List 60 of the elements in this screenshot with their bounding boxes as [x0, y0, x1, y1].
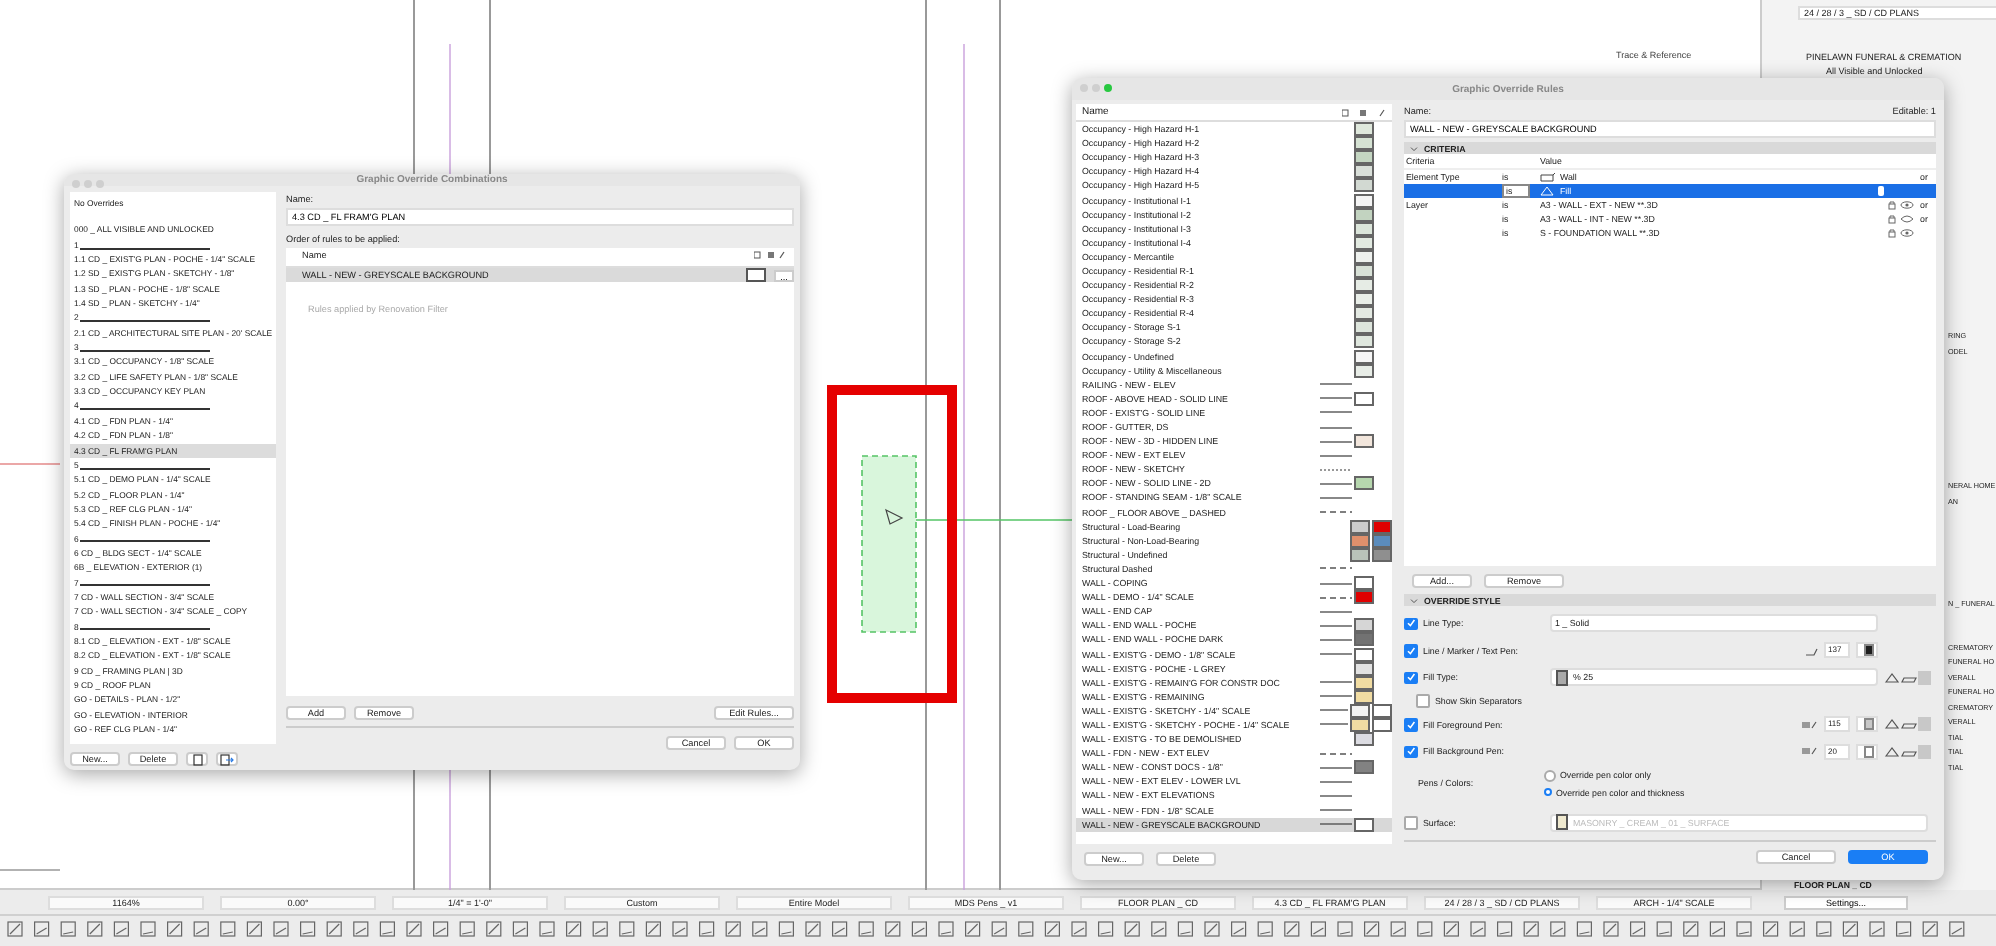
- radio-button[interactable]: [1544, 769, 1556, 781]
- solid-line-icon: [1320, 763, 1352, 772]
- solid-line-icon: [1320, 621, 1352, 630]
- solid-line-icon: [1320, 820, 1352, 829]
- export-button[interactable]: [216, 752, 238, 766]
- solid-line-icon: [1320, 777, 1352, 786]
- solid-line-icon: [1320, 423, 1352, 432]
- pen-color-swatch[interactable]: [1856, 743, 1878, 760]
- cursor-icon: [885, 508, 904, 525]
- checkbox[interactable]: [1404, 617, 1417, 630]
- checkbox[interactable]: [1404, 718, 1417, 731]
- dotted-line-icon: [1320, 465, 1352, 474]
- wall-line: [0, 869, 61, 871]
- solid-line-icon: [1320, 451, 1352, 460]
- solid-line-icon: [1320, 678, 1352, 687]
- dashed-line-icon: [1320, 564, 1352, 573]
- solid-line-icon: [1320, 408, 1352, 417]
- solid-line-icon: [1320, 437, 1352, 446]
- radio-button[interactable]: [1544, 788, 1552, 796]
- solid-line-icon: [1320, 479, 1352, 488]
- solid-line-icon: [1320, 607, 1352, 616]
- column-icons: [1342, 107, 1386, 117]
- pen-color-swatch[interactable]: [1856, 716, 1878, 733]
- import-button[interactable]: [186, 752, 208, 766]
- checkbox[interactable]: [1416, 694, 1429, 708]
- value-stepper[interactable]: [1878, 186, 1884, 196]
- wall-icon: [1540, 172, 1556, 182]
- checkbox[interactable]: [1404, 816, 1417, 829]
- chevron-icon: [1410, 145, 1418, 151]
- lock-icon: [1888, 228, 1896, 238]
- solid-line-icon: [1320, 650, 1352, 659]
- dashed-line-icon: [1320, 749, 1352, 758]
- fill-swatch: [746, 268, 766, 282]
- checkbox[interactable]: [1404, 745, 1417, 758]
- override-icons: [1883, 669, 1931, 686]
- dashed-line-icon: [1320, 508, 1352, 517]
- export-icon: [220, 753, 234, 765]
- checkbox[interactable]: [1404, 644, 1417, 657]
- pen-color-swatch[interactable]: [1856, 642, 1878, 659]
- solid-line-icon: [1320, 579, 1352, 588]
- solid-line-icon: [1320, 635, 1352, 644]
- solid-line-icon: [1320, 692, 1352, 701]
- column-icons: [754, 250, 786, 260]
- solid-line-icon: [1320, 706, 1348, 715]
- override-icons: [1884, 716, 1932, 733]
- fill-icon: [1540, 186, 1556, 196]
- document-icon: [191, 753, 203, 765]
- override-icons: [1884, 743, 1932, 760]
- solid-line-icon: [1320, 394, 1352, 403]
- solid-line-icon: [1320, 720, 1348, 729]
- solid-line-icon: [1320, 380, 1352, 389]
- reference-line: [0, 463, 61, 465]
- checkbox[interactable]: [1404, 671, 1417, 684]
- dashed-line-icon: [1320, 593, 1352, 602]
- solid-line-icon: [1320, 493, 1352, 502]
- lock-icon: [1888, 200, 1896, 210]
- solid-line-icon: [1320, 806, 1352, 815]
- lock-icon: [1888, 214, 1896, 224]
- solid-line-icon: [1320, 791, 1352, 800]
- chevron-icon: [1410, 597, 1418, 603]
